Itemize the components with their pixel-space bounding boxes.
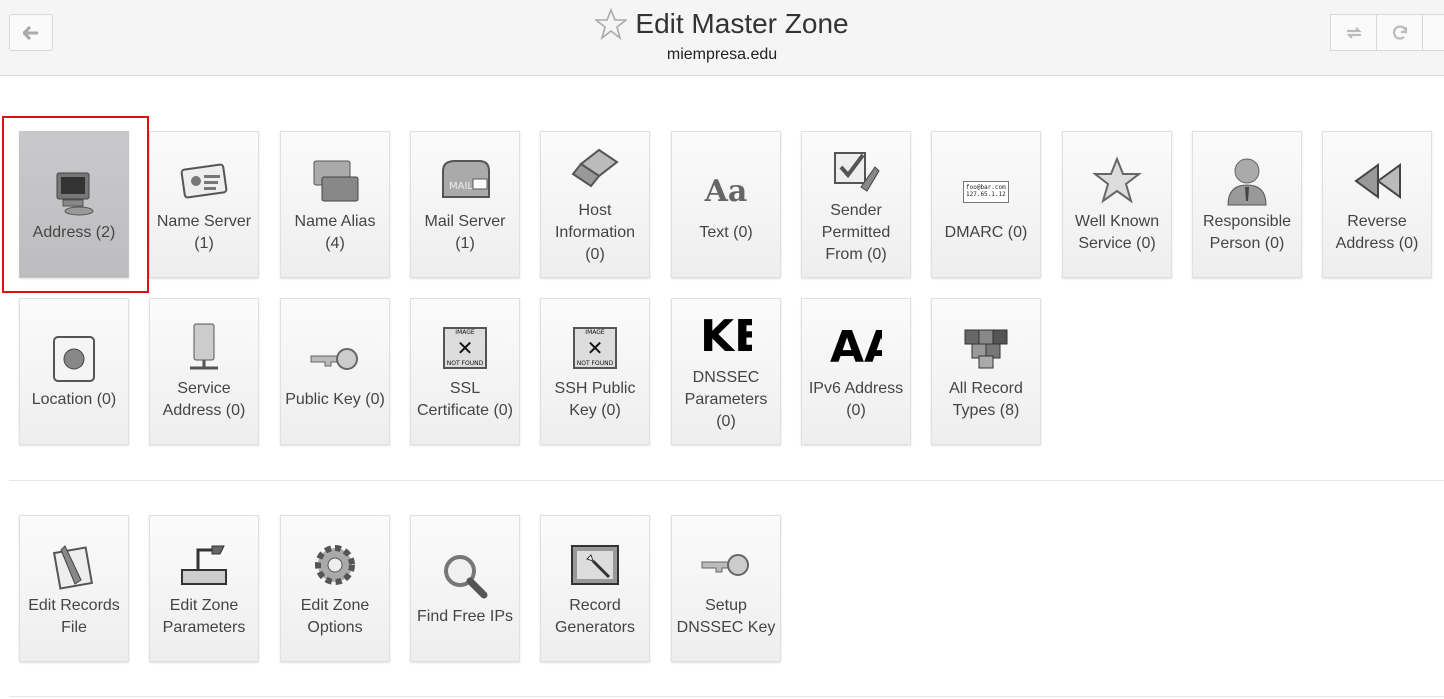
record-type-text[interactable]: Aa Text (0) <box>671 131 781 278</box>
key-icon <box>698 539 754 591</box>
sync-icon <box>1345 26 1362 39</box>
svg-text:MAIL: MAIL <box>449 181 473 192</box>
broken-text-icon: AA <box>830 325 882 370</box>
edit-zone-options-button[interactable]: Edit Zone Options <box>280 515 390 662</box>
server-icon <box>176 322 232 374</box>
text-aa-icon: Aa <box>704 174 748 209</box>
record-type-reverse-address[interactable]: Reverse Address (0) <box>1322 131 1432 278</box>
star-icon[interactable] <box>595 8 628 40</box>
record-type-spf[interactable]: Sender Permitted From (0) <box>801 131 911 278</box>
id-card-icon <box>176 155 232 207</box>
projector-icon <box>176 539 232 591</box>
bottom-divider <box>9 696 1444 697</box>
cubes-icon <box>958 322 1014 374</box>
star-icon <box>1089 155 1145 207</box>
record-type-ssh-public-key[interactable]: IMAGE ✕ NOT FOUND SSH Public Key (0) <box>540 298 650 445</box>
page-header: Edit Master Zone miempresa.edu <box>0 0 1444 76</box>
image-not-found-icon: IMAGE ✕ NOT FOUND <box>437 322 493 374</box>
image-not-found-icon: IMAGE ✕ NOT FOUND <box>567 322 623 374</box>
record-generators-button[interactable]: Record Generators <box>540 515 650 662</box>
page-title: Edit Master Zone <box>635 8 849 39</box>
address-card-icon: foo@bar.com 127.65.1.12 <box>958 166 1014 218</box>
record-type-responsible-person[interactable]: Responsible Person (0) <box>1192 131 1302 278</box>
gear-icon <box>307 539 363 591</box>
key-icon <box>307 333 363 385</box>
record-type-ssl-certificate[interactable]: IMAGE ✕ NOT FOUND SSL Certificate (0) <box>410 298 520 445</box>
record-type-host-information[interactable]: Host Information (0) <box>540 131 650 278</box>
refresh-button[interactable] <box>1376 14 1423 51</box>
sync-button[interactable] <box>1330 14 1377 51</box>
globe-icon <box>46 333 102 385</box>
record-type-mail-server[interactable]: MAIL Mail Server (1) <box>410 131 520 278</box>
document-pen-icon <box>46 539 102 591</box>
computer-icon <box>46 166 102 218</box>
windows-icon <box>307 155 363 207</box>
record-type-name-server[interactable]: Name Server (1) <box>149 131 259 278</box>
record-type-name-alias[interactable]: Name Alias (4) <box>280 131 390 278</box>
refresh-icon <box>1392 24 1407 40</box>
checklist-wrench-icon <box>828 144 884 196</box>
find-free-ips-button[interactable]: Find Free IPs <box>410 515 520 662</box>
record-type-address[interactable]: Address (2) <box>19 131 129 278</box>
zone-name: miempresa.edu <box>666 46 778 63</box>
person-icon <box>1219 155 1275 207</box>
magic-wand-icon <box>567 539 623 591</box>
laptop-icon <box>567 144 623 196</box>
setup-dnssec-key-button[interactable]: Setup DNSSEC Key <box>671 515 781 662</box>
record-type-ipv6-address[interactable]: AA IPv6 Address (0) <box>801 298 911 445</box>
record-type-all[interactable]: All Record Types (8) <box>931 298 1041 445</box>
record-type-service-address[interactable]: Service Address (0) <box>149 298 259 445</box>
broken-text-icon: KE <box>700 314 752 359</box>
record-type-dmarc[interactable]: foo@bar.com 127.65.1.12 DMARC (0) <box>931 131 1041 278</box>
edit-zone-parameters-button[interactable]: Edit Zone Parameters <box>149 515 259 662</box>
more-button[interactable] <box>1422 14 1444 51</box>
record-type-location[interactable]: Location (0) <box>19 298 129 445</box>
rewind-icon <box>1349 155 1405 207</box>
record-type-wks[interactable]: Well Known Service (0) <box>1062 131 1172 278</box>
record-type-public-key[interactable]: Public Key (0) <box>280 298 390 445</box>
edit-records-file-button[interactable]: Edit Records File <box>19 515 129 662</box>
mailbox-icon: MAIL <box>437 155 493 207</box>
section-divider <box>9 480 1444 481</box>
record-type-dnssec-parameters[interactable]: KE DNSSEC Parameters (0) <box>671 298 781 445</box>
magnifier-icon <box>437 550 493 602</box>
